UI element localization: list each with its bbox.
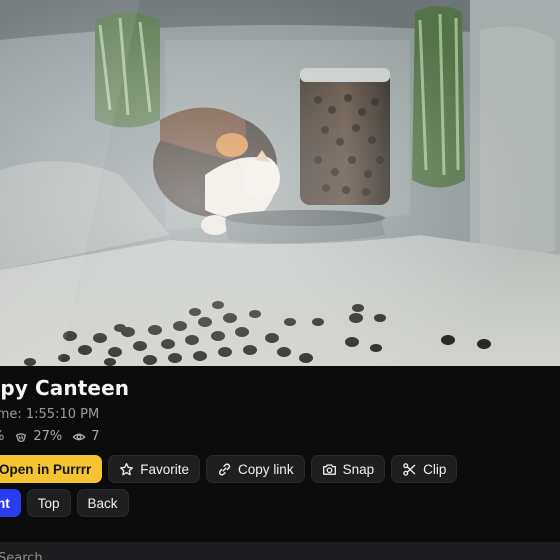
stat-percent: % — [0, 429, 4, 444]
snap-label: Snap — [342, 461, 375, 477]
clip-label: Clip — [423, 461, 447, 477]
copy-link-button[interactable]: Copy link — [206, 455, 305, 483]
stat-percent-value: % — [0, 429, 4, 444]
search-placeholder: Search — [0, 551, 43, 560]
food-bowl-icon — [16, 432, 27, 442]
scissors-icon — [403, 462, 416, 476]
open-in-app-label: Open in Purrrr — [0, 461, 92, 477]
page-title: ppy Canteen — [0, 376, 130, 400]
favorite-label: Favorite — [140, 461, 190, 477]
feeder-info-panel: ppy Canteen time: 1:55:10 PM % 27% 7 Ope… — [0, 366, 560, 560]
stat-food-level-value: 27% — [33, 429, 63, 444]
favorite-button[interactable]: Favorite — [108, 455, 201, 483]
current-button[interactable]: nt — [0, 489, 21, 517]
back-label: Back — [87, 495, 118, 511]
link-icon — [218, 462, 231, 476]
snap-button[interactable]: Snap — [310, 455, 386, 483]
search-input[interactable]: Search — [0, 542, 560, 560]
snapshot-time: time: 1:55:10 PM — [0, 407, 100, 422]
action-toolbar: Open in Purrrr Favorite Copy link Snap C… — [0, 455, 463, 483]
star-icon — [120, 462, 134, 475]
camera-snapshot — [0, 0, 560, 366]
copy-link-label: Copy link — [238, 461, 294, 477]
stat-viewers: 7 — [72, 429, 100, 444]
stat-viewers-value: 7 — [91, 429, 100, 444]
clip-button[interactable]: Clip — [391, 455, 458, 483]
current-label: nt — [0, 495, 10, 511]
eye-icon — [72, 433, 86, 440]
top-label: Top — [37, 495, 60, 511]
top-button[interactable]: Top — [26, 489, 71, 517]
open-in-app-button[interactable]: Open in Purrrr — [0, 455, 103, 483]
navigation-row: nt Top Back — [0, 489, 135, 517]
stats-row: % 27% 7 — [0, 429, 110, 444]
back-button[interactable]: Back — [76, 489, 129, 517]
camera-icon — [322, 463, 336, 475]
stat-food-level: 27% — [14, 429, 62, 444]
